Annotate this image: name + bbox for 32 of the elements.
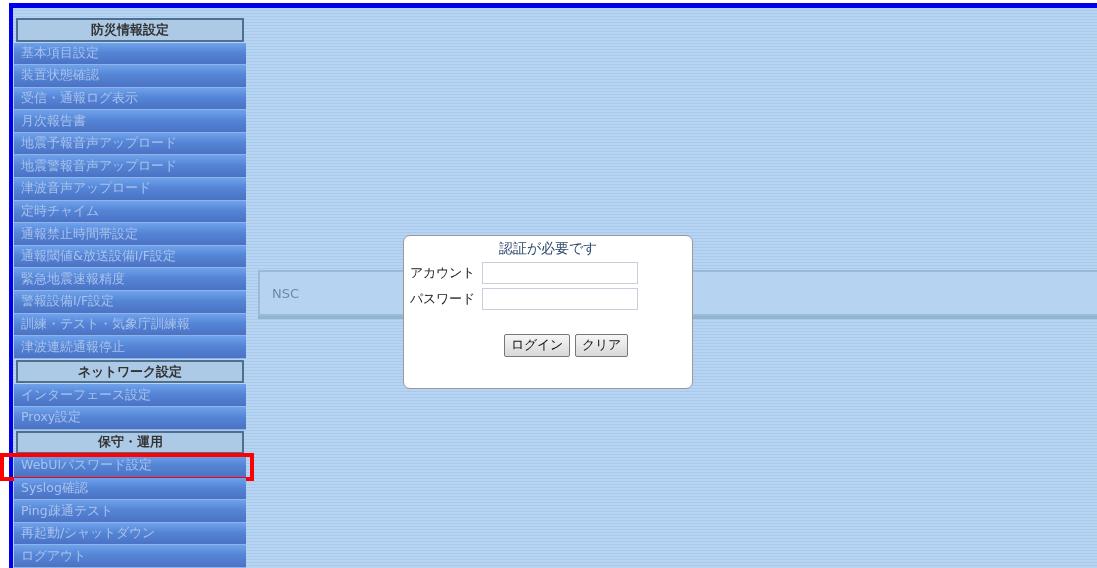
sidebar-item[interactable]: 警報設備I/F設定 [14, 291, 246, 314]
sidebar-item[interactable]: 定時チャイム [14, 200, 246, 224]
sidebar-item[interactable]: 津波連続通報停止 [14, 336, 246, 359]
sidebar-item[interactable]: Ping疎通テスト [14, 500, 246, 523]
sidebar-item[interactable]: 通報閾値&放送設備I/F設定 [14, 245, 246, 269]
sidebar-item[interactable]: Proxy設定 [14, 406, 246, 430]
dialog-button[interactable]: クリア [575, 334, 628, 357]
sidebar-item[interactable]: 基本項目設定 [14, 42, 246, 66]
sidebar-item[interactable]: 地震警報音声アップロード [14, 155, 246, 179]
sidebar-item[interactable]: ログアウト [14, 545, 246, 568]
sidebar-item[interactable]: 緊急地震速報精度 [14, 268, 246, 292]
sidebar-item[interactable]: インターフェース設定 [14, 384, 246, 407]
input-field[interactable] [482, 288, 638, 310]
sidebar-item[interactable]: Syslog確認 [14, 477, 246, 501]
sidebar-item[interactable]: WebUIパスワード設定 [14, 455, 246, 478]
dialog-title: 認証が必要です [498, 240, 598, 258]
section-header: 保守・運用 [16, 430, 244, 455]
sidebar-item[interactable]: 装置状態確認 [14, 65, 246, 88]
input-field[interactable] [482, 262, 638, 284]
sidebar-item[interactable]: 地震予報音声アップロード [14, 132, 246, 156]
field-label: パスワード [410, 290, 476, 308]
sidebar-item[interactable]: 月次報告書 [14, 110, 246, 133]
field-label: アカウント [410, 264, 476, 282]
sidebar-item[interactable]: 受信・通報ログ表示 [14, 87, 246, 111]
section-header: ネットワーク設定 [16, 359, 244, 384]
sidebar-item[interactable]: 訓練・テスト・気象庁訓練報 [14, 313, 246, 337]
panel-text: NSC [272, 285, 300, 301]
sidebar-item[interactable]: 津波音声アップロード [14, 178, 246, 201]
section-header: 防災情報設定 [16, 18, 244, 42]
dialog-button[interactable]: ログイン [504, 334, 570, 357]
sidebar-item[interactable]: 再起動/シャットダウン [14, 522, 246, 546]
sidebar-item[interactable]: 通報禁止時間帯設定 [14, 223, 246, 246]
